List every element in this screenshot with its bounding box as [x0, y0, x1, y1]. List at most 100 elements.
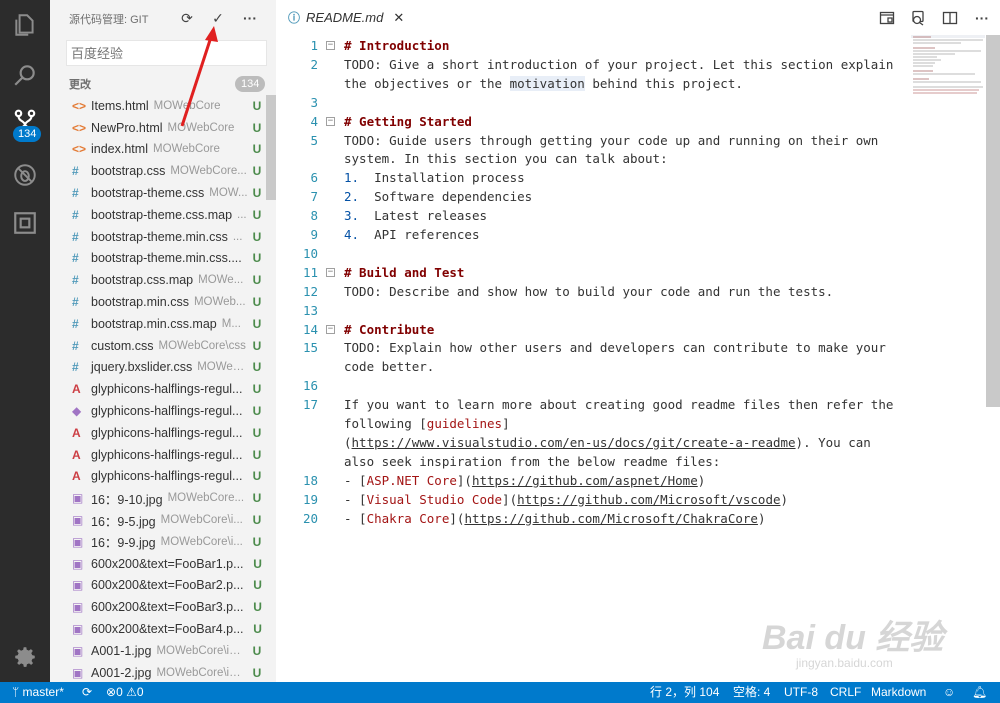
file-list-item[interactable]: Aglyphicons-halflings-regul... U	[50, 378, 266, 400]
file-list-item[interactable]: # bootstrap-theme.min.css... U	[50, 226, 266, 248]
settings-gear-icon[interactable]	[0, 632, 50, 682]
untracked-status: U	[252, 98, 262, 113]
code-line[interactable]: 20 - [Chakra Core](https://github.com/Mic…	[276, 509, 906, 528]
file-list-item[interactable]: <> NewPro.html MOWebCore U	[50, 117, 266, 139]
more-actions-icon[interactable]: ···	[240, 8, 260, 28]
open-changes-icon[interactable]	[908, 8, 928, 28]
code-line[interactable]: 5 TODO: Guide users through getting your …	[276, 131, 906, 150]
code-line[interactable]: the objectives or the motivation behind …	[276, 74, 906, 93]
activity-bar: 134	[0, 0, 50, 682]
code-line[interactable]: 12 TODO: Describe and show how to build y…	[276, 282, 906, 301]
branch-indicator[interactable]: ᛘ master*	[12, 685, 64, 700]
file-list-item[interactable]: <>Items.htmlMOWebCoreU	[50, 95, 266, 117]
file-list-item[interactable]: # bootstrap.css MOWebCore... U	[50, 160, 266, 182]
file-list-item[interactable]: ▣ 16：9-9.jpg MOWebCore\i... U	[50, 531, 266, 553]
file-list-item[interactable]: ▣ 600x200&text=FooBar4.p... U	[50, 618, 266, 640]
css-file-icon: #	[72, 229, 79, 244]
notifications-bell-icon[interactable]: 🔔︎	[972, 685, 987, 700]
file-list-item[interactable]: # bootstrap.min.css MOWeb... U	[50, 291, 266, 313]
code-file-icon: <>	[72, 142, 87, 157]
sidebar-scrollbar[interactable]	[266, 95, 276, 200]
code-line[interactable]: 9 4. API references	[276, 225, 906, 244]
file-list-item[interactable]: # bootstrap.css.map MOWe... U	[50, 269, 266, 291]
editor-more-icon[interactable]: ···	[972, 8, 992, 28]
file-list-item[interactable]: <> index.html MOWebCore U	[50, 139, 266, 161]
code-line[interactable]: 14− # Contribute	[276, 320, 906, 339]
file-list-item[interactable]: # bootstrap-theme.css MOW... U	[50, 182, 266, 204]
problems-indicator[interactable]: ⊗0 ⚠0	[106, 685, 144, 700]
code-line[interactable]: 4− # Getting Started	[276, 112, 906, 131]
code-text: 1. Installation process	[344, 170, 525, 186]
file-list-item[interactable]: Aglyphicons-halflings-regul... U	[50, 466, 266, 488]
file-list-item[interactable]: # bootstrap-theme.min.css.... U	[50, 248, 266, 270]
fold-toggle-icon[interactable]: −	[326, 116, 335, 126]
split-editor-icon[interactable]	[940, 8, 960, 28]
commit-message-input[interactable]	[66, 40, 267, 66]
file-list-item[interactable]: # bootstrap.min.css.map M... U	[50, 313, 266, 335]
code-editor[interactable]: 1− # Introduction 2 TODO: Give a short intr…	[276, 35, 1000, 682]
explorer-icon[interactable]	[0, 0, 50, 50]
file-list-item[interactable]: # jquery.bxslider.css MOWeb... U	[50, 357, 266, 379]
code-line[interactable]: 16	[276, 376, 906, 395]
code-line[interactable]: 13	[276, 301, 906, 320]
code-text: # Getting Started	[344, 113, 472, 129]
file-path: MOWebCore\im...	[156, 666, 248, 679]
code-line[interactable]: system. In this section you can talk abo…	[276, 149, 906, 168]
changes-header[interactable]: 更改	[69, 76, 91, 92]
code-line[interactable]: (https://www.visualstudio.com/en-us/docs…	[276, 433, 906, 452]
code-line[interactable]: 7 2. Software dependencies	[276, 187, 906, 206]
css-file-icon: #	[72, 273, 79, 288]
line-ending[interactable]: CRLF	[830, 685, 861, 700]
code-line[interactable]: 17 If you want to learn more about creati…	[276, 395, 906, 414]
feedback-smiley-icon[interactable]: ☺	[943, 685, 955, 700]
file-list-item[interactable]: ▣ A001-2.jpg MOWebCore\im... U	[50, 662, 266, 682]
file-list-item[interactable]: ▣ 16：9-10.jpg MOWebCore... U	[50, 487, 266, 509]
code-line[interactable]: also seek inspiration from the below rea…	[276, 452, 906, 471]
code-line[interactable]: 2 TODO: Give a short introduction of your…	[276, 55, 906, 74]
file-list-item[interactable]: Aglyphicons-halflings-regul... U	[50, 422, 266, 444]
sync-icon[interactable]: ⟳	[82, 685, 92, 700]
file-list-item[interactable]: # bootstrap-theme.css.map... U	[50, 204, 266, 226]
file-list-item[interactable]: ▣ 600x200&text=FooBar1.p... U	[50, 553, 266, 575]
code-text: 2. Software dependencies	[344, 189, 533, 205]
file-list-item[interactable]: ▣ A001-1.jpg MOWebCore\im... U	[50, 640, 266, 662]
code-line[interactable]: 1− # Introduction	[276, 36, 906, 55]
image-file-icon: ▣	[72, 665, 84, 680]
debug-icon[interactable]	[0, 150, 50, 200]
file-list-item[interactable]: ▣ 600x200&text=FooBar2.p... U	[50, 575, 266, 597]
code-line[interactable]: 8 3. Latest releases	[276, 206, 906, 225]
fold-toggle-icon[interactable]: −	[326, 267, 335, 277]
close-icon[interactable]: ✕	[393, 10, 404, 26]
code-line[interactable]: 6 1. Installation process	[276, 168, 906, 187]
line-number: 16	[302, 378, 318, 394]
line-number: 14	[302, 321, 318, 337]
file-list-item[interactable]: ▣ 16：9-5.jpg MOWebCore\i... U	[50, 509, 266, 531]
search-icon[interactable]	[0, 50, 50, 100]
cursor-position[interactable]: 行 2，列 104	[650, 685, 719, 700]
code-line[interactable]: 11− # Build and Test	[276, 263, 906, 282]
fold-toggle-icon[interactable]: −	[326, 324, 335, 334]
code-line[interactable]: 15 TODO: Explain how other users and deve…	[276, 338, 906, 357]
css-file-icon: #	[72, 338, 79, 353]
file-list-item[interactable]: ◆ glyphicons-halflings-regul... U	[50, 400, 266, 422]
code-line[interactable]: 3	[276, 93, 906, 112]
minimap[interactable]	[911, 35, 987, 95]
code-line[interactable]: 10	[276, 244, 906, 263]
code-line[interactable]: 19 - [Visual Studio Code](https://github.…	[276, 490, 906, 509]
encoding[interactable]: UTF-8	[784, 685, 818, 700]
indentation[interactable]: 空格: 4	[733, 685, 770, 700]
code-line[interactable]: 18 - [ASP.NET Core](https://github.com/as…	[276, 471, 906, 490]
file-list-item[interactable]: Aglyphicons-halflings-regul... U	[50, 444, 266, 466]
code-line[interactable]: code better.	[276, 357, 906, 376]
editor-scrollbar[interactable]	[986, 35, 1000, 682]
scrollbar-thumb[interactable]	[986, 35, 1000, 407]
branch-icon: ᛘ	[12, 685, 23, 699]
extensions-icon[interactable]	[0, 198, 50, 248]
language-mode[interactable]: Markdown	[871, 685, 926, 700]
tab-readme[interactable]: ⓘ README.md ✕	[276, 0, 406, 35]
open-preview-icon[interactable]	[877, 8, 897, 28]
code-line[interactable]: following [guidelines]	[276, 414, 906, 433]
file-list-item[interactable]: ▣ 600x200&text=FooBar3.p... U	[50, 596, 266, 618]
file-list-item[interactable]: # custom.css MOWebCore\css U	[50, 335, 266, 357]
fold-toggle-icon[interactable]: −	[326, 41, 335, 50]
